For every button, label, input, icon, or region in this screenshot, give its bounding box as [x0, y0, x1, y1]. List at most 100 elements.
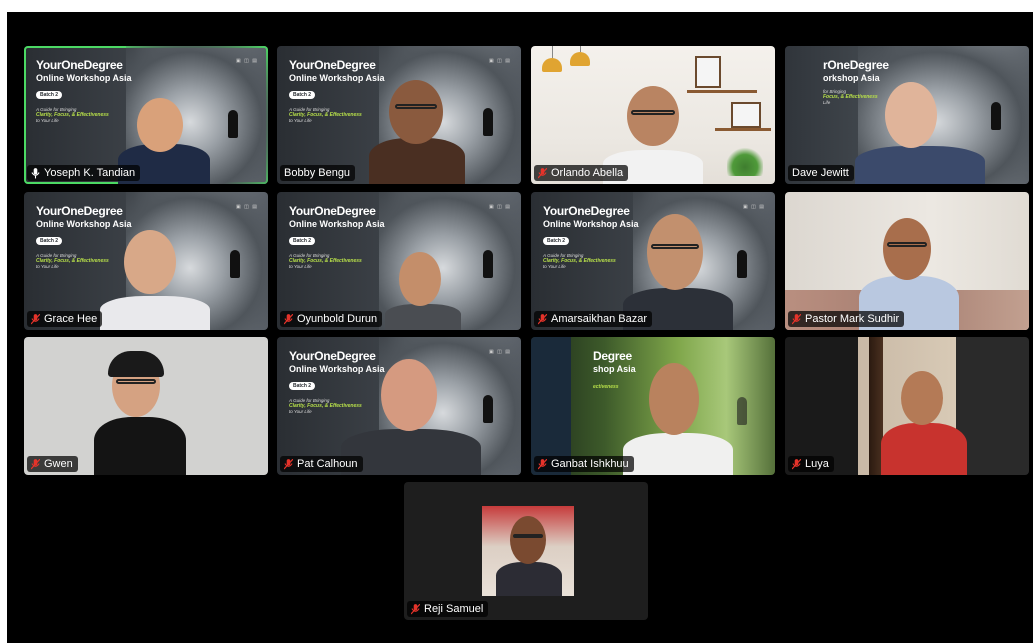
wall-shelf: [687, 90, 757, 93]
workshop-slide-text: YourOneDegree Online Workshop Asia Batch…: [289, 349, 385, 414]
participant-body: [623, 433, 733, 475]
video-tile-luya[interactable]: Luya: [785, 337, 1029, 475]
video-tile-ganbat[interactable]: Degree shop Asia ectiveness Ganbat Ishkh…: [531, 337, 775, 475]
walker-silhouette: [737, 250, 747, 278]
participant-face: [883, 218, 931, 280]
video-tile-oyunbold[interactable]: YourOneDegree Online Workshop Asia Batch…: [277, 192, 521, 330]
name-label: Reji Samuel: [407, 601, 489, 617]
video-tile-yoseph[interactable]: YourOneDegree Online Workshop Asia Batch…: [24, 46, 268, 184]
participant-name: Ganbat Ishkhuu: [551, 458, 629, 470]
slide-tagline: to Your Life: [289, 264, 312, 269]
muted-mic-icon: [792, 458, 801, 469]
video-tile-grace[interactable]: YourOneDegree Online Workshop Asia Batch…: [24, 192, 268, 330]
name-label: Yoseph K. Tandian: [27, 165, 141, 181]
participant-face: [885, 82, 937, 148]
speaking-mic-icon: [31, 167, 40, 178]
slide-tagline: to Your Life: [289, 409, 312, 414]
slide-subtitle: Online Workshop Asia: [289, 219, 385, 229]
participant-name: Orlando Abella: [551, 167, 624, 179]
participant-glasses: [631, 110, 675, 115]
slide-subtitle: orkshop Asia: [823, 73, 880, 83]
slide-batch: Batch 2: [289, 91, 316, 99]
slide-subtitle: shop Asia: [593, 364, 636, 374]
photo-frame: [695, 56, 721, 88]
participant-body: [881, 423, 967, 475]
participant-face: [124, 230, 176, 294]
slide-subtitle: Online Workshop Asia: [36, 219, 132, 229]
video-tile-orlando[interactable]: Orlando Abella: [531, 46, 775, 184]
sponsor-logos: ▣ ◫ ▤: [489, 349, 511, 355]
participant-name: Yoseph K. Tandian: [44, 167, 136, 179]
pendant-lamp: [542, 58, 562, 72]
participant-face: [510, 516, 546, 564]
workshop-slide-text: rOneDegree orkshop Asia for Bringing Foc…: [823, 58, 889, 105]
slide-brand: YourOneDegree: [289, 204, 376, 218]
name-label: Ganbat Ishkhuu: [534, 456, 634, 472]
sponsor-logos: ▣ ◫ ▤: [489, 58, 511, 64]
slide-tagline: Life: [823, 100, 831, 105]
curtain: [531, 337, 571, 475]
participant-name: Pastor Mark Sudhir: [805, 313, 900, 325]
participant-glasses: [513, 534, 543, 538]
video-tile-gwen[interactable]: Gwen: [24, 337, 268, 475]
participant-glasses: [887, 242, 927, 247]
participant-glasses: [395, 104, 437, 109]
house-plant: [727, 146, 763, 176]
participant-body: [496, 562, 562, 596]
slide-batch: Batch 2: [289, 237, 316, 245]
walker-silhouette: [483, 108, 493, 136]
participant-glasses: [116, 379, 156, 384]
slide-brand: YourOneDegree: [36, 204, 123, 218]
slide-brand: YourOneDegree: [36, 58, 123, 72]
slide-batch: Batch 2: [289, 382, 316, 390]
walker-silhouette: [991, 102, 1001, 130]
participant-body: [100, 296, 210, 330]
name-label: Grace Hee: [27, 311, 103, 327]
participant-photo: [482, 506, 574, 596]
video-tile-bobby[interactable]: YourOneDegree Online Workshop Asia Batch…: [277, 46, 521, 184]
slide-subtitle: Online Workshop Asia: [36, 73, 132, 83]
muted-mic-icon: [792, 313, 801, 324]
participant-name: Amarsaikhan Bazar: [551, 313, 647, 325]
video-tile-mark[interactable]: Pastor Mark Sudhir: [785, 192, 1029, 330]
slide-tagline: to Your Life: [543, 264, 566, 269]
participant-name: Reji Samuel: [424, 603, 484, 615]
wall-shelf: [715, 128, 771, 131]
participant-glasses: [651, 244, 699, 249]
slide-batch: Batch 2: [36, 237, 63, 245]
video-tile-amarsaikhan[interactable]: YourOneDegree Online Workshop Asia Batch…: [531, 192, 775, 330]
muted-mic-icon: [538, 458, 547, 469]
workshop-slide-text: Degree shop Asia ectiveness: [593, 349, 636, 390]
name-label: Orlando Abella: [534, 165, 629, 181]
slide-batch: Batch 2: [543, 237, 570, 245]
video-tile-pat[interactable]: YourOneDegree Online Workshop Asia Batch…: [277, 337, 521, 475]
participant-hair: [108, 351, 164, 377]
participant-name: Oyunbold Durun: [297, 313, 378, 325]
participant-body: [385, 304, 461, 330]
walker-silhouette: [483, 250, 493, 278]
muted-mic-icon: [284, 458, 293, 469]
participant-name: Pat Calhoun: [297, 458, 358, 470]
slide-tagline: to Your Life: [36, 264, 59, 269]
video-tile-dave[interactable]: rOneDegree orkshop Asia for Bringing Foc…: [785, 46, 1029, 184]
participant-face: [627, 86, 679, 146]
muted-mic-icon: [284, 313, 293, 324]
sponsor-logos: ▣ ◫ ▤: [236, 204, 258, 210]
participant-face: [381, 359, 437, 431]
slide-brand: YourOneDegree: [543, 204, 630, 218]
name-label: Gwen: [27, 456, 78, 472]
slide-subtitle: Online Workshop Asia: [289, 364, 385, 374]
participant-face: [137, 98, 183, 152]
participant-body: [855, 146, 985, 184]
muted-mic-icon: [538, 167, 547, 178]
slide-tagline: to Your Life: [36, 118, 59, 123]
walker-silhouette: [228, 110, 238, 138]
participant-face: [649, 363, 699, 435]
slide-brand: rOneDegree: [823, 58, 889, 72]
video-gallery: YourOneDegree Online Workshop Asia Batch…: [7, 12, 1033, 643]
video-tile-reji[interactable]: Reji Samuel: [404, 482, 648, 620]
muted-mic-icon: [538, 313, 547, 324]
workshop-slide-text: YourOneDegree Online Workshop Asia Batch…: [36, 204, 132, 269]
slide-subtitle: Online Workshop Asia: [289, 73, 385, 83]
participant-face: [901, 371, 943, 425]
